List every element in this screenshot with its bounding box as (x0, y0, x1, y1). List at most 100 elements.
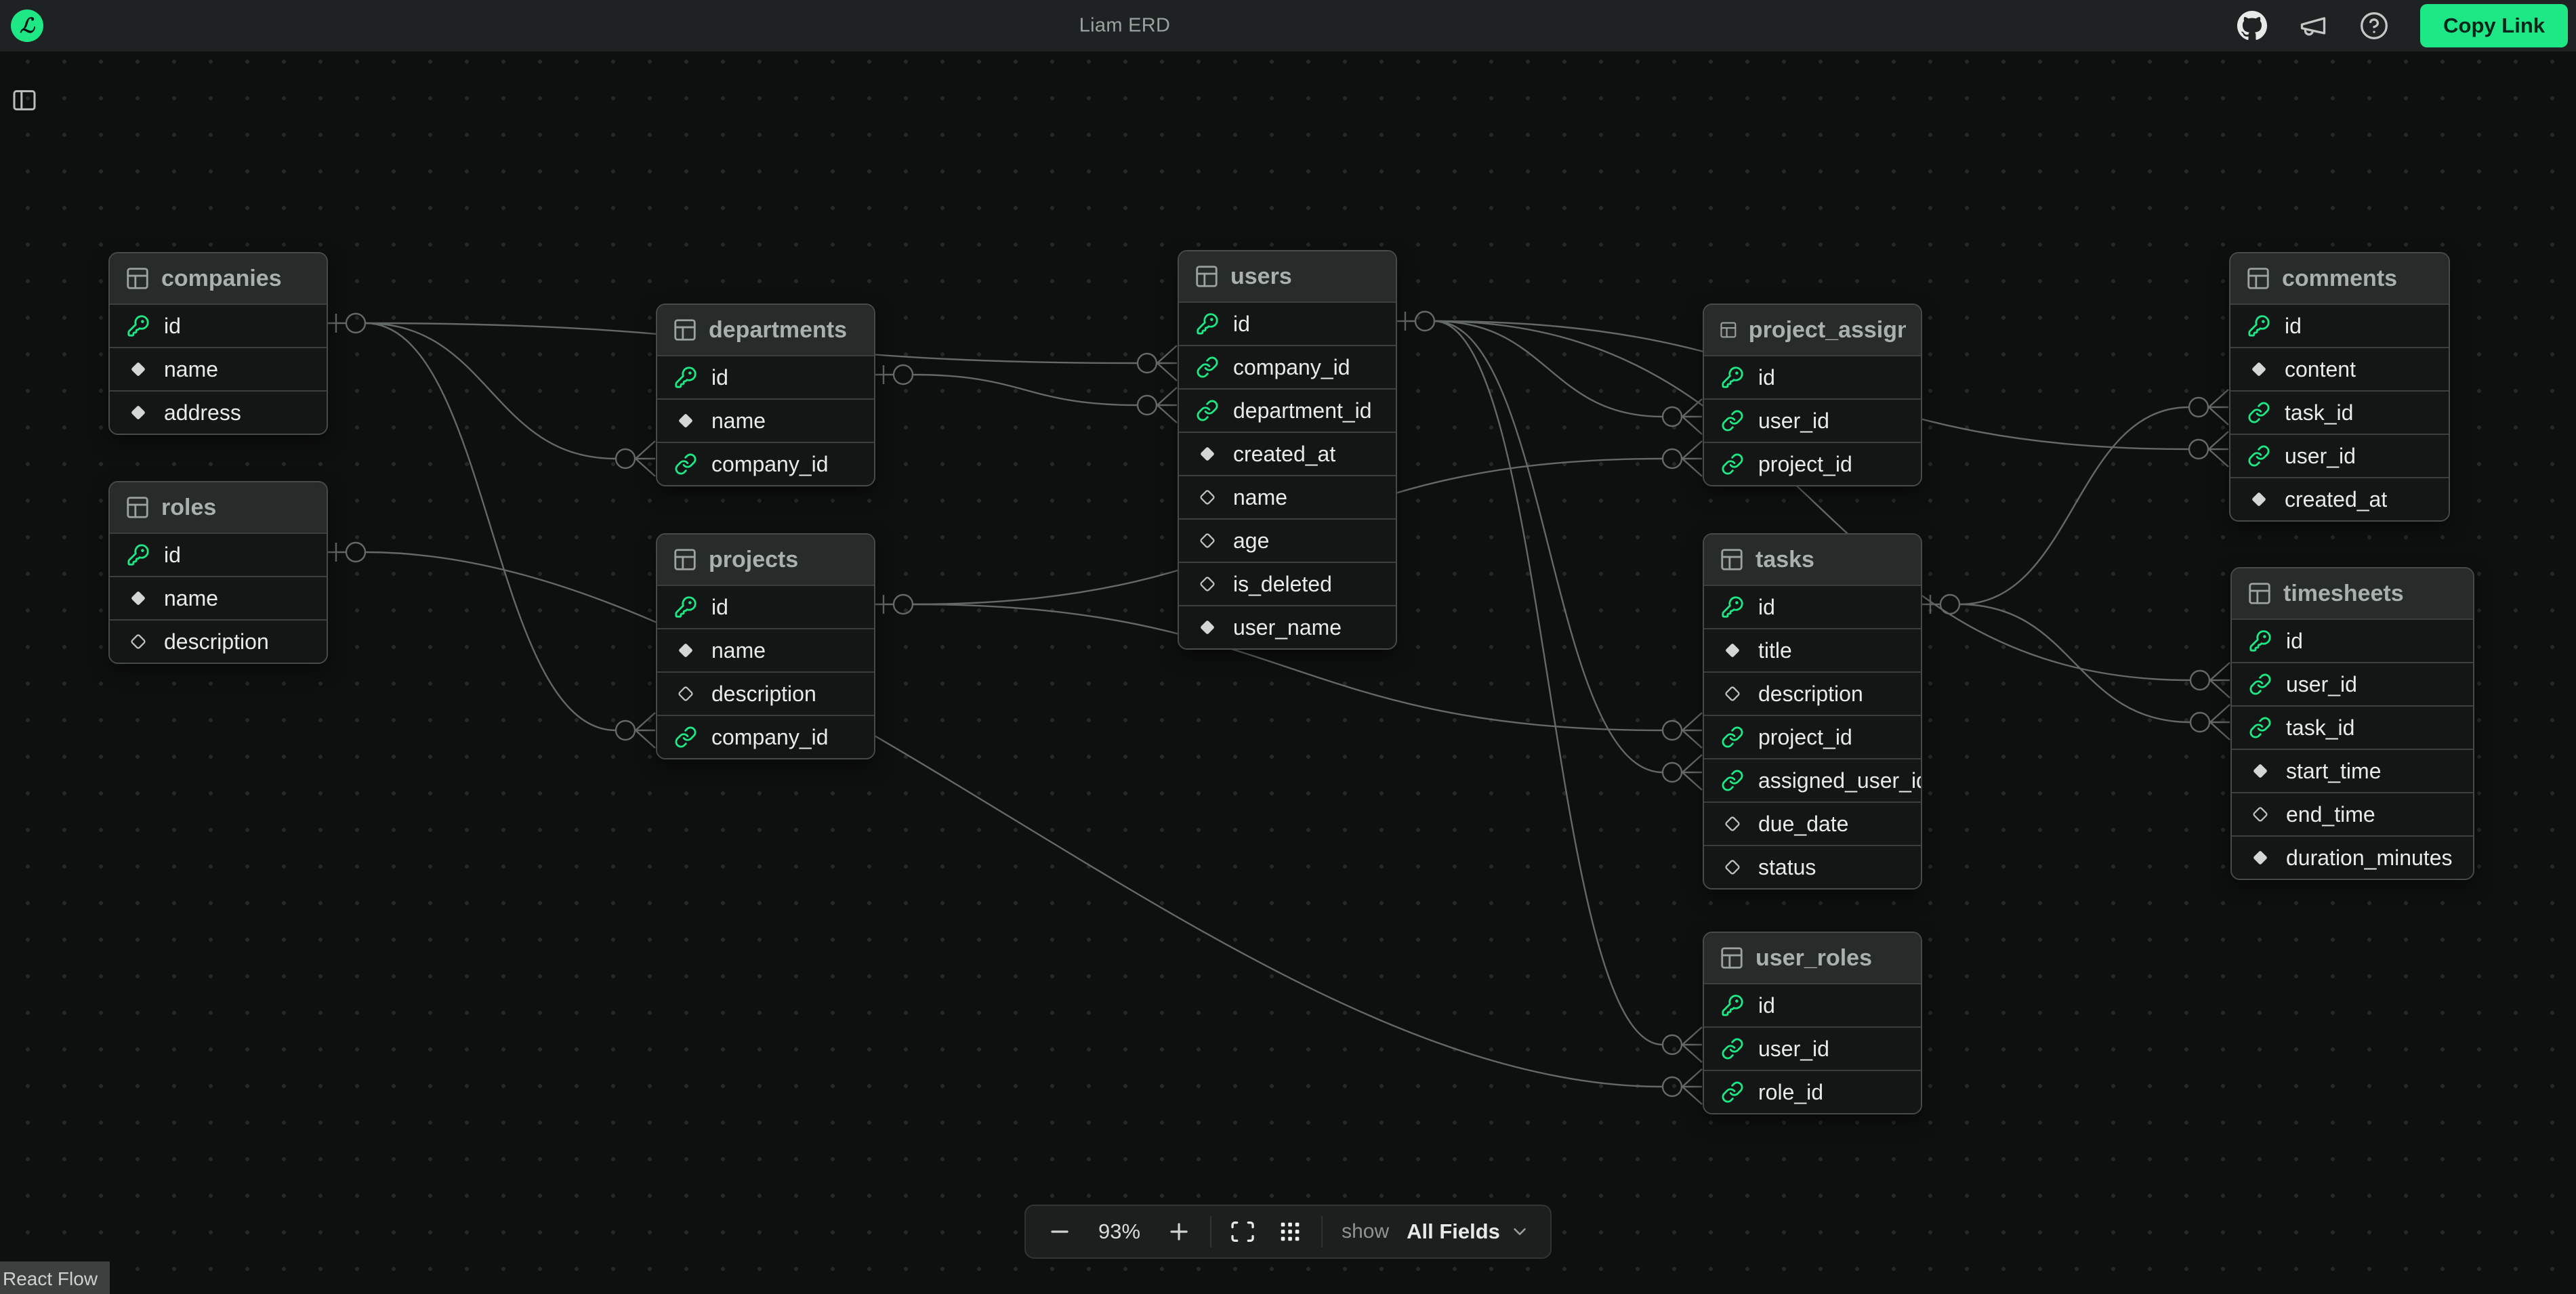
copy-link-button[interactable]: Copy Link (2420, 4, 2568, 47)
cardinality-zero-circle (1663, 449, 1682, 468)
field-row-duration_minutes[interactable]: duration_minutes (2232, 835, 2473, 879)
field-row-address[interactable]: address (110, 390, 327, 434)
field-row-company_id[interactable]: company_id (657, 442, 874, 485)
table-header[interactable]: timesheets (2232, 568, 2473, 619)
field-row-description[interactable]: description (110, 619, 327, 663)
field-row-name[interactable]: name (110, 576, 327, 619)
field-row-user_id[interactable]: user_id (1704, 398, 1921, 442)
crow-foot-prong (1682, 713, 1702, 730)
table-departments[interactable]: departmentsidnamecompany_id (656, 304, 875, 486)
relationship-edge[interactable] (365, 323, 616, 730)
erd-canvas[interactable]: companiesidnameaddressrolesidnamedescrip… (0, 0, 2576, 1294)
fields-filter-dropdown[interactable]: All Fields (1404, 1219, 1533, 1244)
field-row-company_id[interactable]: company_id (1179, 345, 1396, 388)
field-row-content[interactable]: content (2230, 347, 2449, 390)
field-row-project_id[interactable]: project_id (1704, 715, 1921, 758)
field-row-department_id[interactable]: department_id (1179, 388, 1396, 432)
github-icon (2237, 10, 2268, 41)
field-row-age[interactable]: age (1179, 518, 1396, 562)
fit-view-button[interactable] (1226, 1215, 1259, 1248)
field-row-id[interactable]: id (110, 304, 327, 347)
field-row-role_id[interactable]: role_id (1704, 1070, 1921, 1113)
relationship-edge[interactable] (365, 323, 616, 459)
table-tasks[interactable]: tasksidtitledescriptionproject_idassigne… (1703, 533, 1922, 890)
sidebar-toggle-button[interactable] (11, 84, 46, 117)
field-row-user_id[interactable]: user_id (2230, 434, 2449, 477)
table-header[interactable]: roles (110, 482, 327, 533)
field-row-id[interactable]: id (657, 355, 874, 398)
table-roles[interactable]: rolesidnamedescription (108, 481, 328, 664)
foreign-key-icon-wrap (2248, 715, 2272, 740)
field-row-project_id[interactable]: project_id (1704, 442, 1921, 485)
relationship-edge[interactable] (1959, 604, 2190, 722)
field-row-id[interactable]: id (657, 585, 874, 628)
field-row-created_at[interactable]: created_at (1179, 432, 1396, 475)
field-row-user_name[interactable]: user_name (1179, 605, 1396, 648)
table-header[interactable]: project_assignme... (1704, 305, 1921, 355)
field-row-id[interactable]: id (1704, 355, 1921, 398)
foreign-key-icon (2247, 444, 2270, 467)
table-timesheets[interactable]: timesheetsiduser_idtask_idstart_timeend_… (2230, 567, 2474, 880)
zoom-in-button[interactable] (1163, 1215, 1195, 1248)
relationship-edge[interactable] (913, 375, 1138, 405)
field-row-id[interactable]: id (2230, 304, 2449, 347)
liam-logo[interactable]: ℒ (11, 9, 43, 42)
github-button[interactable] (2233, 7, 2271, 45)
field-row-name[interactable]: name (657, 628, 874, 671)
table-project_assignments[interactable]: project_assignme...iduser_idproject_id (1703, 304, 1922, 486)
field-row-is_deleted[interactable]: is_deleted (1179, 562, 1396, 605)
field-row-task_id[interactable]: task_id (2232, 705, 2473, 749)
field-name: task_id (2285, 400, 2353, 425)
field-row-id[interactable]: id (1179, 301, 1396, 345)
field-row-description[interactable]: description (657, 671, 874, 715)
field-row-assigned_user_id[interactable]: assigned_user_id (1704, 758, 1921, 801)
field-row-user_id[interactable]: user_id (2232, 662, 2473, 705)
relationship-edge[interactable] (1959, 407, 2189, 604)
table-user_roles[interactable]: user_rolesiduser_idrole_id (1703, 932, 1922, 1114)
table-header[interactable]: users (1179, 251, 1396, 301)
field-row-id[interactable]: id (110, 533, 327, 576)
field-row-created_at[interactable]: created_at (2230, 477, 2449, 520)
field-row-id[interactable]: id (2232, 619, 2473, 662)
help-button[interactable] (2355, 7, 2393, 45)
table-header[interactable]: comments (2230, 253, 2449, 304)
field-row-description[interactable]: description (1704, 671, 1921, 715)
field-row-company_id[interactable]: company_id (657, 715, 874, 758)
cardinality-zero-circle (1138, 354, 1157, 373)
field-row-name[interactable]: name (110, 347, 327, 390)
field-row-status[interactable]: status (1704, 845, 1921, 888)
field-row-id[interactable]: id (1704, 585, 1921, 628)
zoom-out-button[interactable] (1043, 1215, 1076, 1248)
table-header[interactable]: user_roles (1704, 933, 1921, 983)
table-header[interactable]: tasks (1704, 535, 1921, 585)
field-name: assigned_user_id (1758, 768, 1922, 793)
field-row-end_time[interactable]: end_time (2232, 792, 2473, 835)
relationship-edge[interactable] (1434, 321, 1663, 772)
field-row-title[interactable]: title (1704, 628, 1921, 671)
cardinality-zero-circle (894, 365, 913, 384)
foreign-key-icon-wrap (1195, 355, 1220, 379)
field-row-name[interactable]: name (1179, 475, 1396, 518)
table-header[interactable]: departments (657, 305, 874, 355)
foreign-key-icon (1721, 1037, 1744, 1060)
relationship-edge[interactable] (1434, 321, 1663, 1045)
field-row-id[interactable]: id (1704, 983, 1921, 1026)
help-circle-icon (2359, 11, 2389, 41)
react-flow-attribution[interactable]: React Flow (0, 1261, 110, 1294)
table-header[interactable]: projects (657, 535, 874, 585)
field-row-start_time[interactable]: start_time (2232, 749, 2473, 792)
table-projects[interactable]: projectsidnamedescriptioncompany_id (656, 533, 875, 759)
not-null-icon-wrap (2248, 846, 2272, 870)
field-row-name[interactable]: name (657, 398, 874, 442)
table-users[interactable]: usersidcompany_iddepartment_idcreated_at… (1178, 250, 1397, 650)
table-comments[interactable]: commentsidcontent task_id user_idcreated_a… (2229, 252, 2450, 522)
zoom-level-value: 93% (1091, 1219, 1148, 1244)
table-companies[interactable]: companiesidnameaddress (108, 252, 328, 435)
table-header[interactable]: companies (110, 253, 327, 304)
field-row-user_id[interactable]: user_id (1704, 1026, 1921, 1070)
tidy-up-button[interactable] (1274, 1215, 1306, 1248)
field-row-task_id[interactable]: task_id (2230, 390, 2449, 434)
field-row-due_date[interactable]: due_date (1704, 801, 1921, 845)
relationship-edge[interactable] (365, 552, 1663, 1087)
announcements-button[interactable] (2294, 7, 2332, 45)
